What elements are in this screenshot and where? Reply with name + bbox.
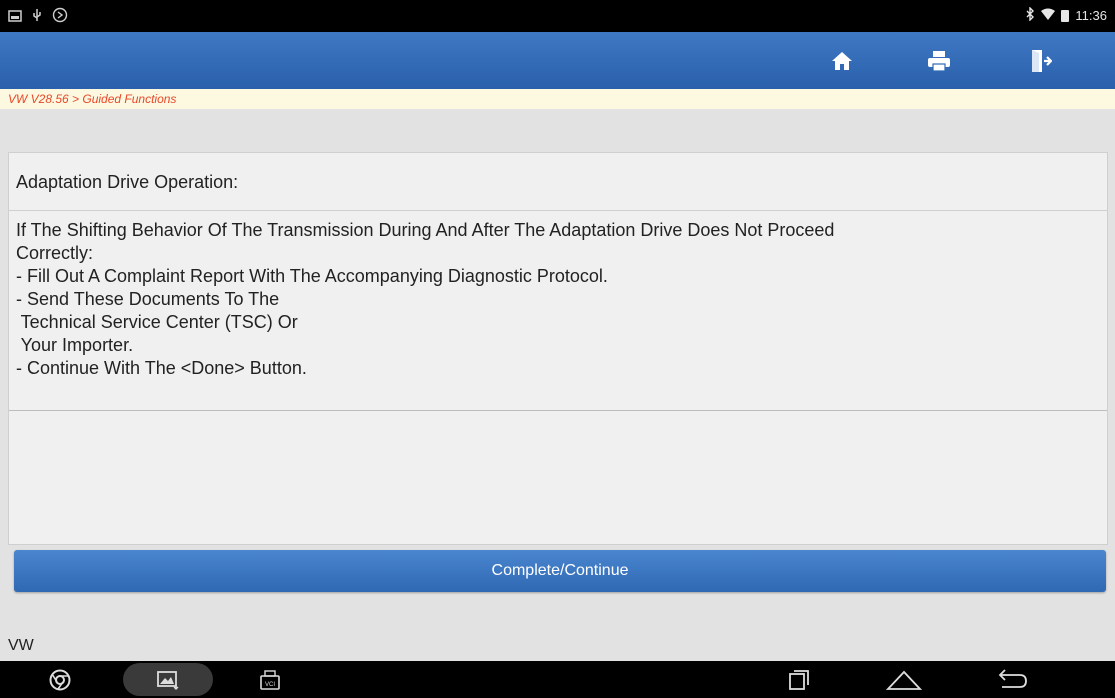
bluetooth-icon <box>1025 6 1035 24</box>
recent-apps-icon <box>789 669 809 690</box>
page-title: Adaptation Drive Operation: <box>9 153 1107 211</box>
home-nav-button[interactable] <box>882 661 926 698</box>
notification-icon <box>8 9 22 25</box>
sync-icon <box>52 7 68 26</box>
recent-apps-button[interactable] <box>779 661 819 698</box>
chrome-icon <box>49 669 71 690</box>
status-bar-left <box>8 7 68 26</box>
back-icon <box>998 668 1027 688</box>
print-icon <box>928 50 950 72</box>
gallery-icon <box>157 670 179 690</box>
status-bar-right: 11:36 <box>1025 6 1107 24</box>
vci-button[interactable]: VCI <box>248 661 292 698</box>
exit-button[interactable] <box>991 32 1091 89</box>
usb-icon <box>30 8 44 25</box>
vehicle-label: VW <box>8 637 34 654</box>
message-line: - Continue With The <Done> Button. <box>16 358 307 378</box>
gallery-button[interactable] <box>123 663 213 696</box>
vci-icon: VCI <box>260 669 280 690</box>
message-line: - Fill Out A Complaint Report With The A… <box>16 266 608 286</box>
message-line: - Send These Documents To The <box>16 289 280 309</box>
battery-icon <box>1061 9 1070 22</box>
home-outline-icon <box>886 670 922 690</box>
complete-continue-button[interactable]: Complete/Continue <box>14 550 1106 592</box>
message-line: Correctly: <box>16 243 94 263</box>
top-toolbar <box>0 32 1115 89</box>
message-line: Technical Service Center (TSC) Or <box>16 312 298 332</box>
exit-icon <box>1032 49 1052 72</box>
status-time: 11:36 <box>1075 8 1107 23</box>
print-button[interactable] <box>889 32 989 89</box>
message-body: If The Shifting Behavior Of The Transmis… <box>9 211 1107 411</box>
wifi-icon <box>1041 8 1056 23</box>
breadcrumb: VW V28.56 > Guided Functions <box>0 89 1115 109</box>
message-line: If The Shifting Behavior Of The Transmis… <box>16 220 835 240</box>
chrome-button[interactable] <box>40 661 80 698</box>
vci-label: VCI <box>265 682 275 688</box>
home-button[interactable] <box>792 32 892 89</box>
message-line: Your Importer. <box>16 335 134 355</box>
back-button[interactable] <box>990 661 1034 698</box>
content-panel: Adaptation Drive Operation: If The Shift… <box>8 152 1108 545</box>
status-bar: 11:36 <box>0 0 1115 32</box>
home-icon <box>832 51 852 70</box>
navigation-bar: VCI <box>0 661 1115 698</box>
